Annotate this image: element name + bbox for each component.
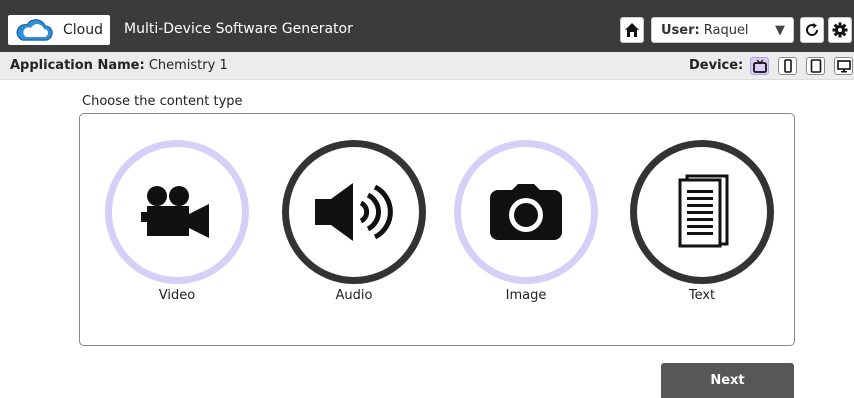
video-camera-icon: [141, 186, 209, 238]
option-ring: [105, 140, 249, 284]
home-button[interactable]: [620, 17, 644, 43]
option-ring: [630, 140, 774, 284]
refresh-icon: [806, 23, 819, 36]
device-tablet-button[interactable]: [806, 57, 825, 75]
device-tv-button[interactable]: [750, 57, 769, 75]
device-desktop-button[interactable]: [834, 57, 853, 75]
tablet-icon: [810, 59, 821, 73]
next-button[interactable]: Next: [661, 363, 794, 398]
logo-text: Cloud: [63, 22, 103, 38]
option-label: Video: [158, 288, 196, 303]
app-name-label: Application Name:: [10, 58, 145, 73]
user-value: Raquel: [703, 22, 749, 38]
content-option-text[interactable]: Text: [630, 140, 776, 310]
device-phone-button[interactable]: [778, 57, 797, 75]
app-title: Multi-Device Software Generator: [124, 21, 353, 37]
photo-camera-icon: [490, 184, 562, 240]
option-ring: [454, 140, 598, 284]
document-icon: [678, 174, 729, 248]
home-icon: [625, 23, 639, 37]
content-option-video[interactable]: Video: [105, 140, 251, 310]
content-type-prompt: Choose the content type: [82, 94, 243, 109]
chevron-down-icon: ▼: [775, 23, 785, 38]
device-label: Device:: [689, 58, 744, 73]
desktop-icon: [836, 60, 851, 73]
top-bar: Cloud Multi-Device Software Generator Us…: [0, 0, 854, 52]
cloud-logo[interactable]: Cloud: [8, 15, 110, 45]
refresh-button[interactable]: [800, 17, 824, 43]
speaker-icon: [315, 183, 393, 241]
option-label: Text: [688, 288, 716, 303]
content-option-audio[interactable]: Audio: [282, 140, 428, 310]
app-name-value: Chemistry 1: [148, 58, 228, 73]
content-option-image[interactable]: Image: [454, 140, 600, 310]
settings-button[interactable]: [828, 17, 852, 43]
option-label: Audio: [335, 288, 373, 303]
user-label: User:: [661, 22, 700, 38]
tv-icon: [752, 59, 767, 73]
option-label: Image: [505, 288, 547, 303]
user-dropdown[interactable]: User: Raquel ▼: [651, 17, 794, 43]
gear-icon: [832, 22, 848, 38]
application-name: Application Name: Chemistry 1: [10, 58, 228, 73]
app-info-bar: Application Name: Chemistry 1 Device:: [0, 52, 854, 80]
cloud-icon: [16, 19, 53, 41]
option-ring: [282, 140, 426, 284]
phone-icon: [783, 59, 792, 73]
